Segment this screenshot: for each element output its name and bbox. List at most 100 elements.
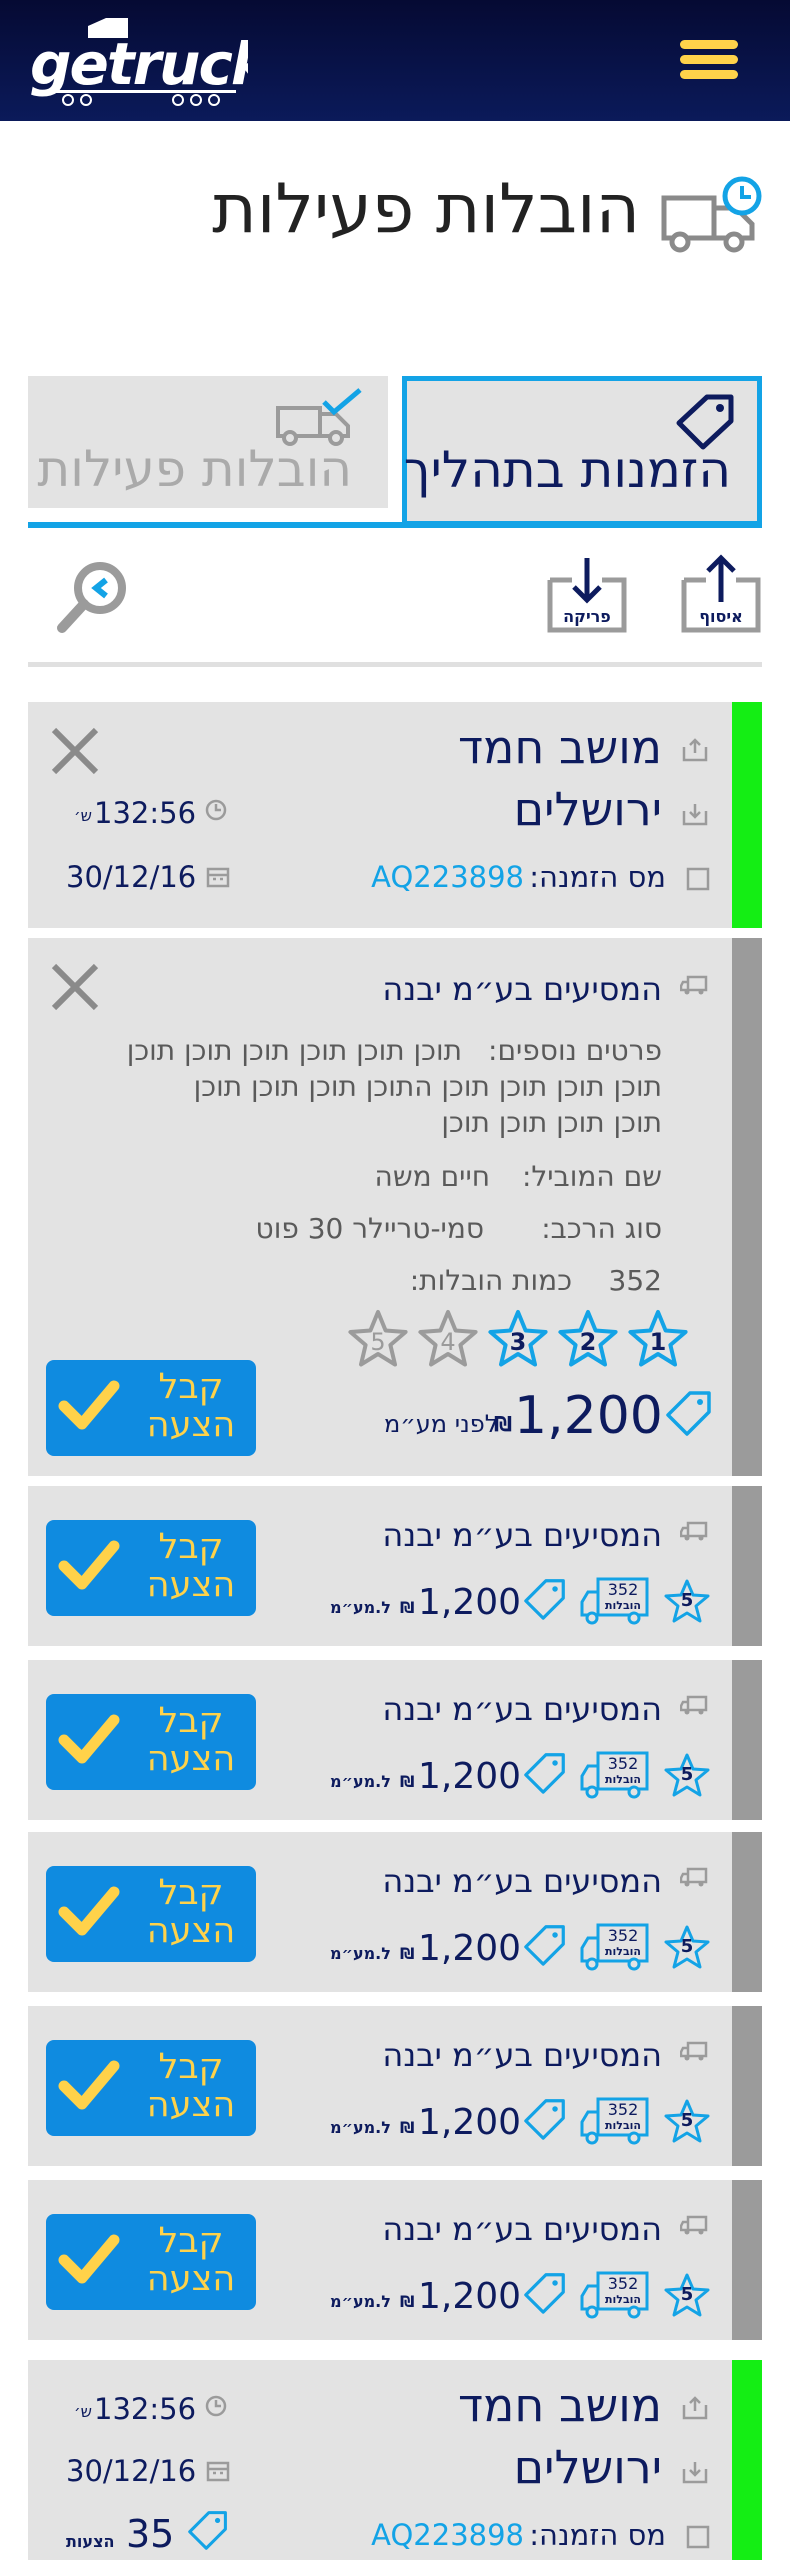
tag-icon: [666, 1390, 712, 1440]
rating-value: 5: [680, 1590, 694, 1611]
price: 1,200: [418, 1756, 522, 1797]
offers-count: 35: [126, 2512, 175, 2556]
accept-offer-label: קבל הצעה: [146, 1527, 236, 1605]
details-line1: תוכן תוכן תוכן תוכן תוכן תוכן: [126, 1034, 462, 1067]
deliveries-count: 352: [607, 1580, 639, 1599]
check-icon: [58, 1884, 120, 1944]
order-number[interactable]: AQ223898: [371, 860, 524, 894]
accept-offer-button[interactable]: קבל הצעה: [46, 2214, 256, 2310]
order-card[interactable]: מושב חמד ירושלים 132:56 ש׳ 30/12/16 מס ה…: [28, 2360, 762, 2560]
accept-offer-label: קבל הצעה: [146, 1701, 236, 1779]
deliveries-truck-icon: 352 הובלות: [580, 1576, 650, 1626]
pickup-button[interactable]: איסוף: [680, 554, 762, 634]
page-title: הובלות פעילות: [212, 170, 640, 249]
rating-stars[interactable]: 1 2 3 4 5: [318, 1308, 698, 1372]
svg-text:getruck: getruck: [30, 30, 248, 98]
deliveries-truck-icon: 352 הובלות: [580, 1750, 650, 1800]
tab-orders-in-progress[interactable]: הזמנות בתהליך: [402, 376, 762, 526]
top-bar: getruck: [0, 0, 790, 121]
deliveries-label: הובלות: [605, 1773, 641, 1786]
deliveries-count: 352: [607, 1754, 639, 1773]
download-small-icon: [682, 2460, 708, 2488]
upload-small-icon: [682, 2396, 708, 2424]
close-icon[interactable]: [50, 726, 100, 776]
location-search-icon[interactable]: [54, 556, 134, 636]
company-name: המסיעים בע״מ יבנה: [382, 1690, 662, 1728]
accept-offer-button[interactable]: קבל הצעה: [46, 1520, 256, 1616]
rating-star-icon: 5: [664, 2272, 710, 2318]
mover-name: חיים משה: [374, 1160, 490, 1193]
offers-label: הצעות: [66, 2532, 115, 2551]
vat-note: ל.מע״מ: [330, 1944, 391, 1963]
order-card[interactable]: מושב חמד ירושלים 132:56 ש׳ מס הזמנה: AQ2…: [28, 702, 762, 928]
upload-small-icon: [682, 738, 708, 766]
truck-small-icon: [679, 1520, 708, 1546]
truck-small-icon: [679, 2214, 708, 2240]
accept-offer-label: קבל הצעה: [146, 2221, 236, 2299]
offer-card[interactable]: המסיעים בע״מ יבנה 5 352 הובלות 1,200 ₪ ל…: [28, 1660, 762, 1820]
vehicle-type: סמי-טריילר 30 פוט: [255, 1212, 484, 1245]
vat-note: ל.מע״מ: [330, 2292, 391, 2311]
order-date: 30/12/16: [66, 2454, 197, 2488]
accept-offer-button[interactable]: קבל הצעה: [46, 1360, 256, 1456]
offer-card[interactable]: המסיעים בע״מ יבנה 5 352 הובלות 1,200 ₪ ל…: [28, 2180, 762, 2340]
check-icon: [58, 1378, 120, 1438]
offer-card[interactable]: המסיעים בע״מ יבנה 5 352 הובלות 1,200 ₪ ל…: [28, 2006, 762, 2166]
order-number-label: מס הזמנה:: [529, 860, 666, 894]
star-label: 3: [510, 1328, 527, 1356]
truck-clock-icon: [660, 176, 765, 256]
details-line2: תוכן תוכן תוכן תוכן התוכן תוכן תוכן תוכן: [193, 1070, 662, 1103]
deliveries-truck-icon: 352 הובלות: [580, 1922, 650, 1972]
unload-button[interactable]: פריקה: [546, 554, 628, 634]
accept-offer-label: קבל הצעה: [146, 2047, 236, 2125]
offer-card[interactable]: המסיעים בע״מ יבנה 5 352 הובלות 1,200 ₪ ל…: [28, 1832, 762, 1992]
rating-star-icon: 5: [664, 1752, 710, 1798]
truck-small-icon: [679, 974, 708, 1000]
accept-offer-button[interactable]: קבל הצעה: [46, 1694, 256, 1790]
rating-value: 5: [680, 2284, 694, 2305]
deliveries-label: הובלות: [605, 2293, 641, 2306]
checkbox-icon[interactable]: [686, 2525, 710, 2553]
check-icon: [58, 2232, 120, 2292]
star-label: 4: [440, 1328, 455, 1356]
rating-star-icon: 5: [664, 1924, 710, 1970]
accept-offer-button[interactable]: קבל הצעה: [46, 1866, 256, 1962]
offer-card[interactable]: המסיעים בע״מ יבנה 5 352 הובלות 1,200 ₪ ל…: [28, 1486, 762, 1646]
hamburger-menu-icon[interactable]: [676, 36, 744, 84]
deliveries-count: 352: [607, 1926, 639, 1945]
order-number-label: מס הזמנה:: [529, 2518, 666, 2552]
company-name: המסיעים בע״מ יבנה: [382, 1516, 662, 1554]
currency: ₪: [400, 1598, 415, 1617]
price: 1,200: [418, 1582, 522, 1623]
check-icon: [58, 2058, 120, 2118]
currency: ₪: [400, 1772, 415, 1791]
order-number[interactable]: AQ223898: [371, 2518, 524, 2552]
tab-label: הזמנות בתהליך: [403, 441, 731, 499]
close-icon[interactable]: [50, 962, 100, 1012]
tag-icon: [524, 1578, 566, 1624]
details-label: פרטים נוספים:: [488, 1034, 662, 1067]
timer-icon: [204, 2394, 228, 2422]
company-name: המסיעים בע״מ יבנה: [382, 970, 662, 1008]
time-unit: ש׳: [74, 806, 92, 825]
getruck-logo[interactable]: getruck: [28, 14, 275, 110]
tab-label: הובלות פעילות: [37, 440, 352, 498]
status-strip: [732, 702, 762, 928]
deliveries-label: כמות הובלות:: [409, 1264, 572, 1297]
rating-star-icon: 5: [664, 2098, 710, 2144]
expanded-offer-card[interactable]: המסיעים בע״מ יבנה פרטים נוספים: תוכן תוכ…: [28, 938, 762, 1476]
tag-icon: [524, 1752, 566, 1798]
status-strip: [732, 2006, 762, 2166]
accept-offer-button[interactable]: קבל הצעה: [46, 2040, 256, 2136]
checkbox-icon[interactable]: [686, 867, 710, 895]
truck-small-icon: [679, 1694, 708, 1720]
price-note: לפני מע״מ: [384, 1410, 499, 1438]
currency: ₪: [400, 2118, 415, 2137]
tab-active-deliveries[interactable]: הובלות פעילות: [28, 376, 388, 508]
tag-icon: [524, 1924, 566, 1970]
rating-value: 5: [680, 2110, 694, 2131]
deliveries-truck-icon: 352 הובלות: [580, 2096, 650, 2146]
rating-value: 5: [680, 1936, 694, 1957]
price: 1,200: [418, 1928, 522, 1969]
status-strip: [732, 1660, 762, 1820]
